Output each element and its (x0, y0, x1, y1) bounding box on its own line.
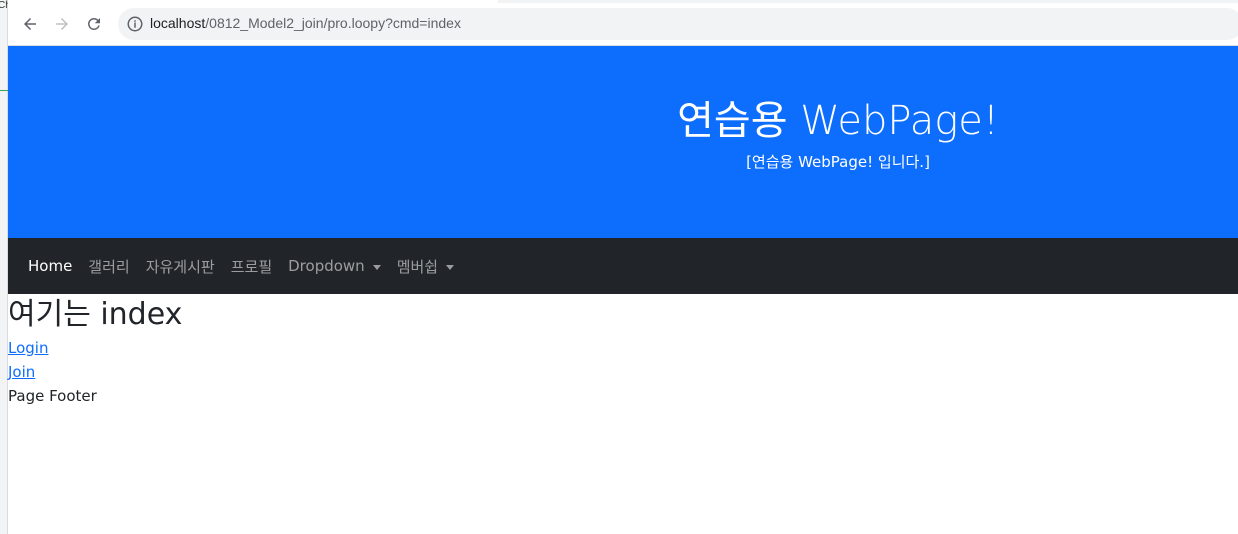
nav-item-label: 프로필 (230, 257, 273, 276)
forward-button[interactable] (49, 11, 75, 37)
caret-down-icon (372, 264, 381, 270)
content-heading: 여기는 index (8, 297, 183, 332)
adjacent-window-edge: Ch (0, 0, 11, 534)
reload-button[interactable] (81, 11, 107, 37)
page-header: 연습용 WebPage! [연습용 WebPage! 입니다.] (8, 46, 1238, 238)
nav-item-home[interactable]: Home (20, 257, 80, 275)
nav-list: Home 갤러리 자유게시판 프로필 Dropdown 멤버쉽 (20, 238, 462, 294)
url-path: /0812_Model2_join/pro.loopy?cmd=index (205, 15, 461, 31)
url-host: localhost (150, 15, 206, 31)
main-navbar: Home 갤러리 자유게시판 프로필 Dropdown 멤버쉽 (8, 238, 1238, 294)
back-button[interactable] (17, 11, 43, 37)
caret-down-icon (446, 264, 455, 270)
browser-toolbar: localhost/0812_Model2_join/pro.loopy?cmd… (8, 0, 1238, 46)
nav-item-label: Dropdown (288, 257, 365, 275)
nav-item-label: Home (28, 257, 73, 275)
nav-item-label: 자유게시판 (145, 257, 215, 276)
nav-item-board[interactable]: 자유게시판 (138, 256, 223, 277)
nav-item-label: 멤버쉽 (396, 257, 439, 276)
arrow-right-icon (56, 18, 68, 30)
nav-item-label: 갤러리 (88, 257, 130, 276)
info-icon[interactable] (126, 15, 144, 33)
url-text[interactable]: localhost/0812_Model2_join/pro.loopy?cmd… (150, 15, 461, 31)
page-subtitle: [연습용 WebPage! 입니다.] (746, 153, 930, 171)
reload-icon (87, 17, 100, 30)
page-title: 연습용 WebPage! (677, 98, 999, 144)
nav-item-gallery[interactable]: 갤러리 (80, 256, 137, 277)
arrow-left-icon (24, 18, 36, 30)
nav-item-profile[interactable]: 프로필 (223, 256, 280, 277)
nav-item-dropdown[interactable]: Dropdown (280, 257, 389, 275)
main-content: 여기는 index Login Join Page Footer (8, 294, 1238, 408)
page-footer: Page Footer (8, 387, 97, 405)
join-link[interactable]: Join (8, 360, 35, 384)
login-link[interactable]: Login (8, 336, 48, 360)
adjacent-window-accent (0, 90, 8, 91)
nav-item-membership[interactable]: 멤버쉽 (389, 256, 462, 277)
address-bar[interactable]: localhost/0812_Model2_join/pro.loopy?cmd… (118, 8, 1238, 40)
active-tab-strip[interactable] (8, 0, 498, 3)
